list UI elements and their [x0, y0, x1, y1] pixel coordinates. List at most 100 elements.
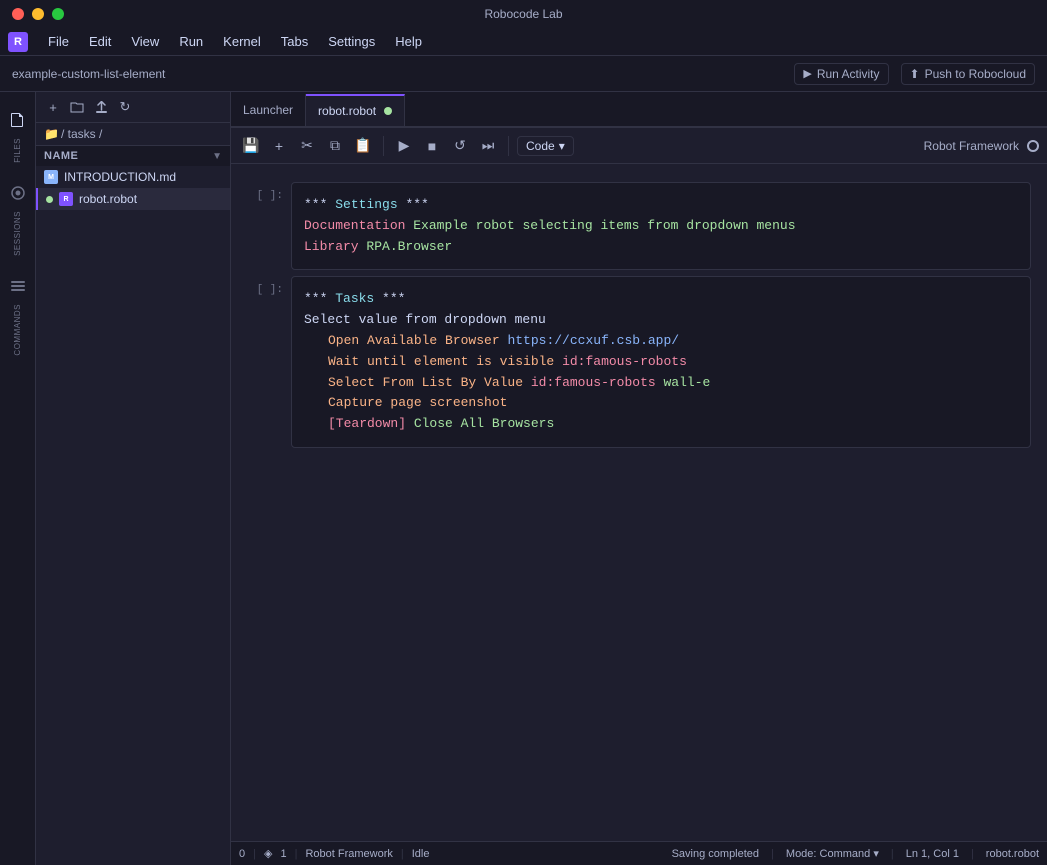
status-right: Saving completed | Mode: Command ▾ | Ln …	[672, 847, 1039, 860]
save-button[interactable]: 💾	[239, 134, 263, 158]
active-dot	[46, 196, 53, 203]
tasks-section-line: *** Tasks ***	[304, 289, 1018, 310]
file-name-robot: robot.robot	[79, 192, 137, 206]
main-layout: Files Sessions Commands	[0, 92, 1047, 865]
wait-element-line: Wait until element is visible id:famous-…	[304, 352, 1018, 373]
file-name-introduction: INTRODUCTION.md	[64, 170, 176, 184]
minimize-button[interactable]	[32, 8, 44, 20]
open-browser-line: Open Available Browser https://ccxuf.csb…	[304, 331, 1018, 352]
upload-button[interactable]	[90, 96, 112, 118]
sidebar-item-commands[interactable]	[4, 272, 32, 300]
content-area: Launcher robot.robot 💾 + ✂ ⧉ 📋 ▶ ■ ↺ ⏭ C…	[231, 92, 1047, 865]
statusbar: 0 | ◈ 1 | Robot Framework | Idle Saving …	[231, 841, 1047, 865]
menubar: R File Edit View Run Kernel Tabs Setting…	[0, 28, 1047, 56]
menu-settings[interactable]: Settings	[320, 32, 383, 51]
settings-section-line: *** Settings ***	[304, 195, 1018, 216]
run-button[interactable]: ▶	[392, 134, 416, 158]
stop-button[interactable]: ■	[420, 134, 444, 158]
sidebar-sessions-group: Sessions	[0, 173, 35, 262]
tab-launcher[interactable]: Launcher	[231, 94, 306, 126]
sidebar-item-sessions[interactable]	[4, 179, 32, 207]
window-controls	[12, 8, 64, 20]
cut-button[interactable]: ✂	[295, 134, 319, 158]
file-sidebar: + ↻ 📁 / tasks / Name ▼ M INTRODUCTION.md	[36, 92, 231, 865]
menu-run[interactable]: Run	[171, 32, 211, 51]
toolbar-separator-1	[383, 136, 384, 156]
new-file-button[interactable]: +	[42, 96, 64, 118]
tab-modified-indicator	[384, 107, 392, 115]
menu-kernel[interactable]: Kernel	[215, 32, 269, 51]
cell-body-2[interactable]: *** Tasks *** Select value from dropdown…	[291, 276, 1031, 448]
tabbar: Launcher robot.robot	[231, 92, 1047, 128]
menu-help[interactable]: Help	[387, 32, 430, 51]
status-idle: Idle	[412, 848, 430, 860]
add-cell-button[interactable]: +	[267, 134, 291, 158]
notebook-toolbar: 💾 + ✂ ⧉ 📋 ▶ ■ ↺ ⏭ Code ▾ Robot Framework	[231, 128, 1047, 164]
new-folder-button[interactable]	[66, 96, 88, 118]
status-kernel-icon: ◈	[264, 847, 272, 860]
projectbar: example-custom-list-element ▶ Run Activi…	[0, 56, 1047, 92]
notebook-content: [ ]: *** Settings *** Documentation Exam…	[231, 164, 1047, 841]
refresh-button[interactable]: ↻	[114, 96, 136, 118]
push-to-robocloud-button[interactable]: ⬆ Push to Robocloud	[901, 63, 1035, 85]
cell-settings: [ ]: *** Settings *** Documentation Exam…	[231, 182, 1047, 270]
file-item-introduction[interactable]: M INTRODUCTION.md	[36, 166, 230, 188]
chevron-down-icon: ▾	[559, 139, 565, 153]
run-activity-button[interactable]: ▶ Run Activity	[794, 63, 888, 85]
menu-view[interactable]: View	[123, 32, 167, 51]
library-line: Library RPA.Browser	[304, 237, 1018, 258]
chevron-down-icon: ▾	[873, 848, 879, 860]
play-icon: ▶	[803, 67, 811, 80]
menu-edit[interactable]: Edit	[81, 32, 119, 51]
kernel-status-circle	[1027, 140, 1039, 152]
status-number: 0	[239, 848, 245, 860]
breadcrumb: 📁 / tasks /	[36, 123, 230, 146]
status-saving: Saving completed	[672, 848, 759, 860]
teardown-line: [Teardown] Close All Browsers	[304, 414, 1018, 435]
app-title: Robocode Lab	[484, 7, 562, 21]
sidebar-commands-group: Commands	[0, 266, 35, 362]
sidebar-item-files[interactable]	[4, 106, 32, 134]
status-kernel-count: 1	[280, 848, 286, 860]
tab-robot[interactable]: robot.robot	[306, 94, 405, 126]
app-logo: R	[8, 32, 28, 52]
commands-label: Commands	[13, 304, 22, 356]
project-name: example-custom-list-element	[12, 67, 165, 81]
file-item-robot[interactable]: R robot.robot	[36, 188, 230, 210]
sessions-label: Sessions	[13, 211, 22, 256]
sort-icon: ▼	[212, 151, 222, 162]
project-actions: ▶ Run Activity ⬆ Push to Robocloud	[794, 63, 1035, 85]
close-button[interactable]	[12, 8, 24, 20]
cell-type-select[interactable]: Code ▾	[517, 136, 574, 156]
upload-icon: ⬆	[910, 67, 920, 81]
status-kernel-label: Robot Framework	[305, 848, 392, 860]
file-list: M INTRODUCTION.md R robot.robot	[36, 166, 230, 865]
cell-tasks: [ ]: *** Tasks *** Select value from dro…	[231, 276, 1047, 448]
file-list-header: Name ▼	[36, 146, 230, 166]
icon-sidebar: Files Sessions Commands	[0, 92, 36, 865]
sidebar-files-group: Files	[0, 100, 35, 169]
files-label: Files	[13, 138, 22, 163]
titlebar: Robocode Lab	[0, 0, 1047, 28]
menu-tabs[interactable]: Tabs	[273, 32, 316, 51]
folder-icon: 📁	[44, 127, 59, 141]
cell-gutter-1: [ ]:	[231, 182, 291, 270]
documentation-line: Documentation Example robot selecting it…	[304, 216, 1018, 237]
md-file-icon: M	[44, 170, 58, 184]
fast-forward-button[interactable]: ⏭	[476, 134, 500, 158]
menu-file[interactable]: File	[40, 32, 77, 51]
cell-body-1[interactable]: *** Settings *** Documentation Example r…	[291, 182, 1031, 270]
restart-button[interactable]: ↺	[448, 134, 472, 158]
kernel-indicator: Robot Framework	[924, 139, 1039, 153]
cell-gutter-2: [ ]:	[231, 276, 291, 448]
status-file: robot.robot	[986, 848, 1039, 860]
toolbar-separator-2	[508, 136, 509, 156]
copy-button[interactable]: ⧉	[323, 134, 347, 158]
status-mode: Mode: Command ▾	[786, 847, 879, 860]
status-position: Ln 1, Col 1	[906, 848, 959, 860]
file-sidebar-toolbar: + ↻	[36, 92, 230, 123]
paste-button[interactable]: 📋	[351, 134, 375, 158]
maximize-button[interactable]	[52, 8, 64, 20]
select-from-list-line: Select From List By Value id:famous-robo…	[304, 373, 1018, 394]
robot-file-icon: R	[59, 192, 73, 206]
